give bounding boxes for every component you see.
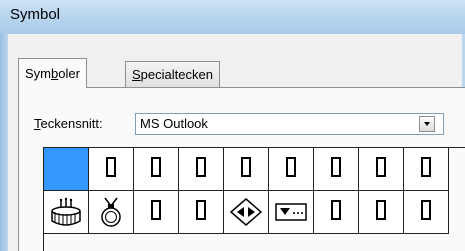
missing-glyph-icon (286, 157, 296, 181)
window-frame-left (0, 34, 8, 251)
symbol-cell[interactable] (269, 191, 314, 234)
tab-symboler[interactable]: Symboler (18, 58, 87, 88)
missing-glyph-icon (421, 200, 431, 224)
font-label-text: eckensnitt: (40, 116, 103, 131)
tab-specialtecken-label-post: pecialtecken (140, 67, 213, 82)
missing-glyph-icon (151, 200, 161, 224)
symbol-cell[interactable] (89, 148, 134, 191)
drum-icon (51, 197, 81, 226)
symbol-cell[interactable] (404, 191, 449, 234)
chevron-down-icon[interactable] (419, 116, 435, 132)
symbol-cell[interactable] (404, 148, 449, 191)
missing-glyph-icon (331, 200, 341, 224)
tab-specialtecken-accesskey: S (132, 67, 141, 82)
missing-glyph-icon (151, 157, 161, 181)
envelope-tray-icon (275, 203, 307, 221)
symbol-cell[interactable] (179, 148, 224, 191)
window-title: Symbol (10, 6, 61, 23)
missing-glyph-icon (106, 157, 116, 181)
missing-glyph-icon (196, 157, 206, 181)
missing-glyph-icon (196, 200, 206, 224)
missing-glyph-icon (421, 157, 431, 181)
symbol-cell[interactable] (134, 191, 179, 234)
tab-specialtecken[interactable]: Specialtecken (125, 61, 220, 87)
medal-icon (101, 197, 121, 227)
symbol-cell[interactable] (44, 191, 89, 234)
title-bar[interactable]: Symbol (0, 0, 465, 35)
symbol-cell[interactable] (359, 148, 404, 191)
symbol-cell[interactable] (179, 191, 224, 234)
font-select-value: MS Outlook (140, 116, 208, 131)
symbol-cell[interactable] (224, 148, 269, 191)
diamond-arrows-icon (229, 198, 263, 226)
symbol-grid (43, 147, 465, 251)
symbol-cell[interactable] (314, 148, 359, 191)
missing-glyph-icon (331, 157, 341, 181)
symbol-cell[interactable] (224, 191, 269, 234)
symbol-cell[interactable] (359, 191, 404, 234)
missing-glyph-icon (376, 157, 386, 181)
symbol-cell-selected[interactable] (44, 148, 89, 191)
symbol-cell[interactable] (89, 191, 134, 234)
symbol-cell[interactable] (134, 148, 179, 191)
symbol-cell[interactable] (269, 148, 314, 191)
tab-symboler-label-post: oler (58, 66, 80, 81)
missing-glyph-icon (376, 200, 386, 224)
missing-glyph-icon (241, 157, 251, 181)
tab-symboler-label-pre: Sym (25, 66, 51, 81)
symbol-cell[interactable] (314, 191, 359, 234)
font-label: Teckensnitt: (34, 116, 103, 131)
font-select[interactable]: MS Outlook (135, 113, 444, 135)
